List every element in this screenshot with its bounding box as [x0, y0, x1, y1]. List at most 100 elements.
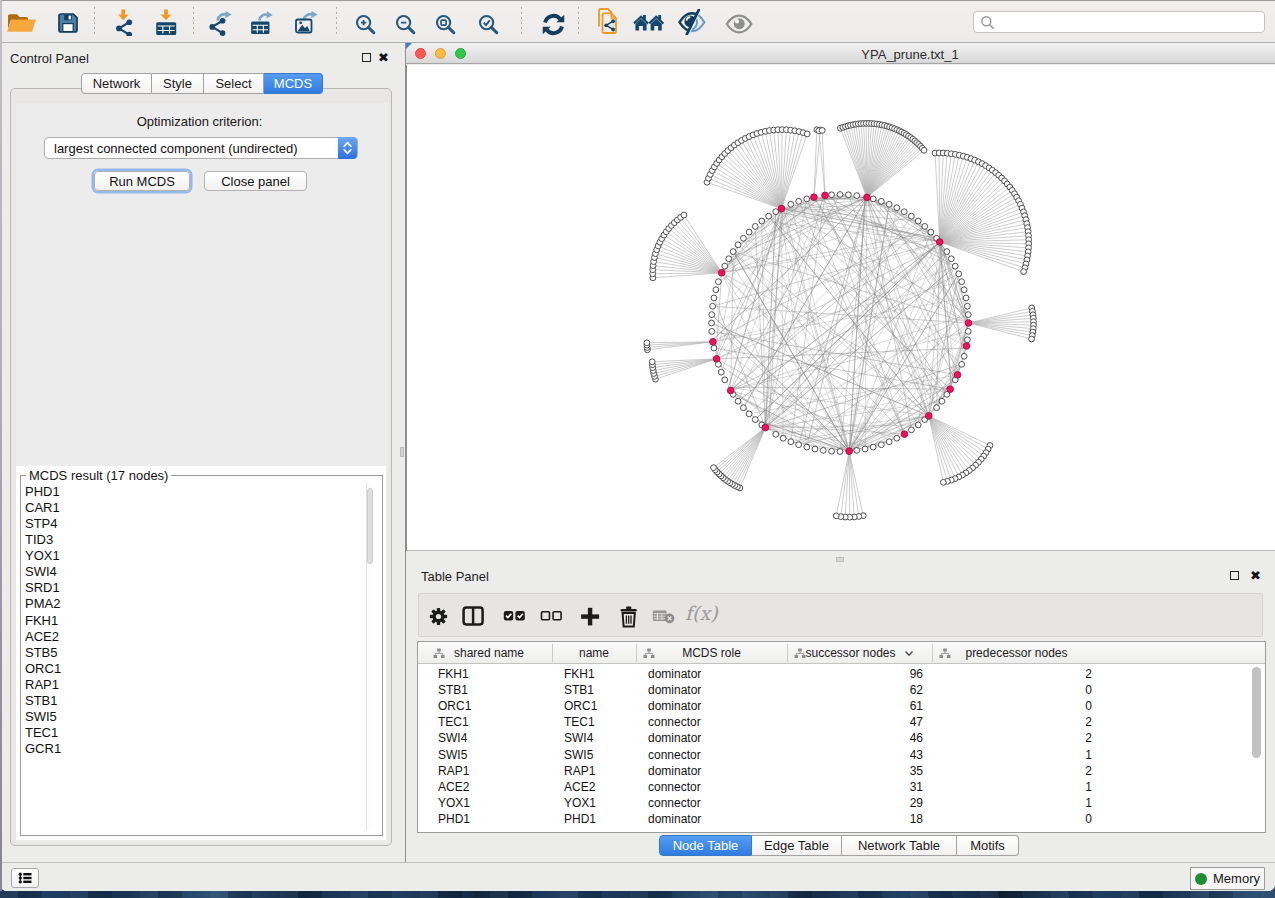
cell-successor_nodes[interactable]: 43 [787, 747, 923, 763]
gear-button[interactable] [423, 601, 453, 631]
tab-network-table[interactable]: Network Table [842, 835, 957, 856]
mcds-node-item[interactable]: ORC1 [25, 661, 61, 677]
column-header-successor-nodes[interactable]: successor nodes [787, 642, 932, 664]
export-network-button[interactable] [204, 7, 236, 39]
clone-network-button[interactable] [590, 5, 622, 37]
mcds-node-item[interactable]: STP4 [25, 516, 61, 532]
mcds-node-item[interactable]: SWI5 [25, 709, 61, 725]
function-builder-button[interactable]: f(x) [685, 602, 718, 624]
cell-predecessor_nodes[interactable]: 1 [932, 795, 1092, 811]
mcds-node-item[interactable]: TID3 [25, 532, 61, 548]
float-panel-icon[interactable] [362, 53, 371, 62]
cell-name[interactable]: FKH1 [564, 666, 595, 682]
cell-successor_nodes[interactable]: 31 [787, 779, 923, 795]
cell-successor_nodes[interactable]: 96 [787, 666, 923, 682]
split-columns-button[interactable] [458, 601, 488, 631]
scrollbar-thumb[interactable] [1252, 667, 1261, 758]
cell-successor_nodes[interactable]: 62 [787, 682, 923, 698]
cell-name[interactable]: ACE2 [564, 779, 595, 795]
cell-shared_name[interactable]: YOX1 [438, 795, 470, 811]
tab-motifs[interactable]: Motifs [957, 835, 1019, 856]
mcds-node-item[interactable]: YOX1 [25, 548, 61, 564]
import-network-button[interactable] [107, 6, 139, 38]
mcds-node-item[interactable]: TEC1 [25, 725, 61, 741]
open-session-folder-button[interactable] [5, 7, 37, 39]
save-session-button[interactable] [52, 7, 84, 39]
cell-mcds_role[interactable]: dominator [648, 682, 701, 698]
cell-name[interactable]: PHD1 [564, 811, 596, 827]
cell-name[interactable]: SWI4 [564, 730, 593, 746]
cell-mcds_role[interactable]: dominator [648, 730, 701, 746]
cell-name[interactable]: RAP1 [564, 763, 595, 779]
column-header-shared-name[interactable]: shared name [426, 642, 552, 664]
cell-predecessor_nodes[interactable]: 0 [932, 698, 1092, 714]
zoom-in-button[interactable] [349, 8, 381, 40]
tab-edge-table[interactable]: Edge Table [752, 835, 842, 856]
zoom-fit-button[interactable] [429, 8, 461, 40]
tab-mcds[interactable]: MCDS [264, 73, 323, 94]
column-header-predecessor-nodes[interactable]: predecessor nodes [932, 642, 1101, 664]
table-scrollbar[interactable] [1252, 667, 1261, 827]
cell-name[interactable]: TEC1 [564, 714, 595, 730]
cell-predecessor_nodes[interactable]: 1 [932, 747, 1092, 763]
tab-select[interactable]: Select [204, 73, 264, 94]
cell-name[interactable]: SWI5 [564, 747, 593, 763]
add-button[interactable] [575, 601, 605, 631]
tab-style[interactable]: Style [152, 73, 204, 94]
close-panel-icon[interactable]: ✖ [378, 51, 389, 64]
zoom-out-button[interactable] [389, 8, 421, 40]
unselect-all-columns-button[interactable] [536, 601, 566, 631]
hide-details-button[interactable] [676, 6, 708, 38]
cell-shared_name[interactable]: ORC1 [438, 698, 471, 714]
cell-shared_name[interactable]: SWI5 [438, 747, 467, 763]
cell-successor_nodes[interactable]: 46 [787, 730, 923, 746]
cell-predecessor_nodes[interactable]: 2 [932, 666, 1092, 682]
cell-shared_name[interactable]: ACE2 [438, 779, 469, 795]
cell-shared_name[interactable]: STB1 [438, 682, 468, 698]
show-details-button[interactable] [723, 8, 755, 40]
cell-predecessor_nodes[interactable]: 2 [932, 714, 1092, 730]
mcds-node-item[interactable]: GCR1 [25, 741, 61, 757]
show-panels-button[interactable] [11, 868, 39, 888]
splitter-grip-h[interactable] [836, 557, 844, 562]
column-header-MCDS-role[interactable]: MCDS role [636, 642, 787, 664]
scrollbar-thumb[interactable] [367, 488, 373, 564]
refresh-button[interactable] [537, 8, 569, 40]
cell-successor_nodes[interactable]: 18 [787, 811, 923, 827]
delete-table-button[interactable] [648, 601, 678, 631]
zoom-selected-button[interactable] [472, 8, 504, 40]
mcds-node-item[interactable]: PHD1 [25, 484, 61, 500]
cell-mcds_role[interactable]: connector [648, 714, 701, 730]
mcds-node-item[interactable]: ACE2 [25, 629, 61, 645]
vertical-splitter[interactable] [399, 43, 406, 862]
mcds-node-item[interactable]: SRD1 [25, 580, 61, 596]
result-list-scrollbar[interactable] [366, 483, 373, 830]
cell-shared_name[interactable]: RAP1 [438, 763, 469, 779]
cell-name[interactable]: ORC1 [564, 698, 597, 714]
network-titlebar[interactable]: YPA_prune.txt_1 [406, 43, 1275, 64]
cell-mcds_role[interactable]: connector [648, 795, 701, 811]
export-table-button[interactable] [247, 7, 279, 39]
cell-mcds_role[interactable]: dominator [648, 698, 701, 714]
run-mcds-button[interactable]: Run MCDS [94, 171, 190, 191]
cell-mcds_role[interactable]: connector [648, 747, 701, 763]
criterion-dropdown[interactable]: largest connected component (undirected) [44, 137, 358, 159]
cell-name[interactable]: YOX1 [564, 795, 596, 811]
cell-mcds_role[interactable]: connector [648, 779, 701, 795]
cell-shared_name[interactable]: SWI4 [438, 730, 467, 746]
mcds-result-list[interactable]: PHD1CAR1STP4TID3YOX1SWI4SRD1PMA2FKH1ACE2… [25, 484, 61, 757]
import-table-button[interactable] [150, 6, 182, 38]
mcds-node-item[interactable]: CAR1 [25, 500, 61, 516]
tab-node-table[interactable]: Node Table [659, 835, 752, 856]
cell-mcds_role[interactable]: dominator [648, 811, 701, 827]
cell-mcds_role[interactable]: dominator [648, 666, 701, 682]
mcds-node-item[interactable]: FKH1 [25, 613, 61, 629]
cell-successor_nodes[interactable]: 47 [787, 714, 923, 730]
cell-mcds_role[interactable]: dominator [648, 763, 701, 779]
tab-network[interactable]: Network [81, 73, 152, 94]
splitter-grip[interactable] [400, 447, 404, 457]
mcds-node-item[interactable]: STB1 [25, 693, 61, 709]
mcds-node-item[interactable]: RAP1 [25, 677, 61, 693]
float-table-panel-icon[interactable] [1230, 571, 1239, 580]
column-header-name[interactable]: name [552, 642, 636, 664]
